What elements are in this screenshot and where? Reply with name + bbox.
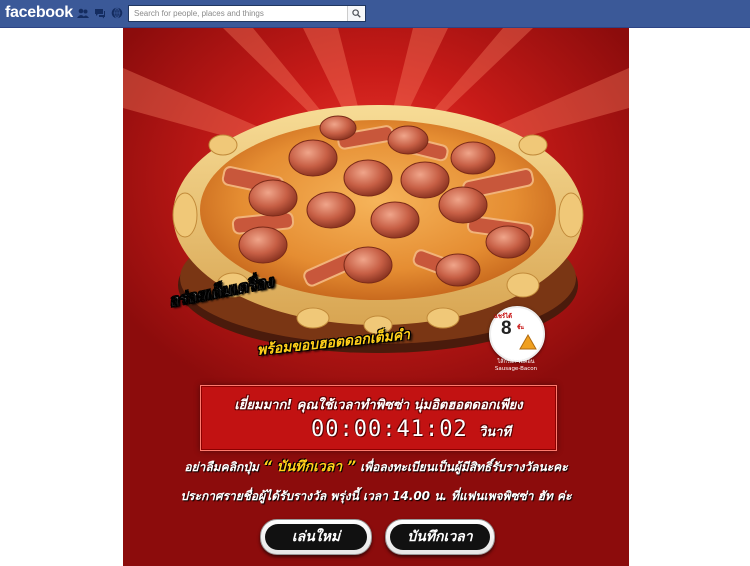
share-8-badge: แชร์ได้ 8 ชิ้น — [489, 306, 545, 362]
timer-display: 00:00:41:02 — [311, 417, 468, 442]
search-box — [128, 5, 366, 22]
instruction-line-2: ประกาศรายชื่อผู้ได้รับรางวัล พรุ่งนี้ เว… — [180, 489, 572, 503]
instruction-1-highlight: “ บันทึกเวลา ” — [262, 459, 356, 475]
instruction-1-pre: อย่าลืมคลิกปุ่ม — [184, 460, 259, 474]
notifications-icon[interactable] — [110, 6, 124, 20]
instruction-line-1: อย่าลืมคลิกปุ่ม “ บันทึกเวลา ” เพื่อลงทะ… — [123, 456, 629, 478]
badge-unit: ชิ้น — [517, 325, 524, 331]
instruction-1-post: เพื่อลงทะเบียนเป็นผู้มีสิทธิ์รับรางวัลนะ… — [360, 460, 568, 474]
badge-number: 8 — [501, 318, 512, 339]
jewel-icons — [76, 6, 124, 20]
pizza-game-canvas: อร่อยเต็มเครื่อง พร้อมขอบฮอตดอกเต็มคำ แช… — [123, 28, 629, 566]
play-again-button[interactable]: เล่นใหม่ — [260, 519, 372, 555]
messages-icon[interactable] — [93, 6, 107, 20]
timer-message: เยี่ยมมาก! คุณใช้เวลาทำพิซซ่า นุ่มอิตฮอต… — [234, 398, 523, 413]
search-button[interactable] — [347, 6, 365, 21]
timer-unit-label: วินาที — [479, 425, 512, 440]
friend-requests-icon[interactable] — [76, 6, 90, 20]
facebook-logo[interactable]: facebook — [5, 4, 73, 22]
save-time-button[interactable]: บันทึกเวลา — [385, 519, 495, 555]
timer-result-panel: เยี่ยมมาก! คุณใช้เวลาทำพิซซ่า นุ่มอิตฮอต… — [200, 385, 557, 451]
search-input[interactable] — [129, 6, 352, 21]
badge-caption-english: Sausage-Bacon — [494, 366, 538, 372]
search-icon — [352, 9, 361, 18]
play-again-label: เล่นใหม่ — [265, 524, 367, 550]
facebook-topbar: facebook — [0, 0, 750, 28]
save-time-label: บันทึกเวลา — [390, 524, 490, 550]
badge-caption-thai: ไส้กรอก-เบคอน — [497, 359, 535, 365]
pizza-slice-icon — [519, 333, 537, 350]
